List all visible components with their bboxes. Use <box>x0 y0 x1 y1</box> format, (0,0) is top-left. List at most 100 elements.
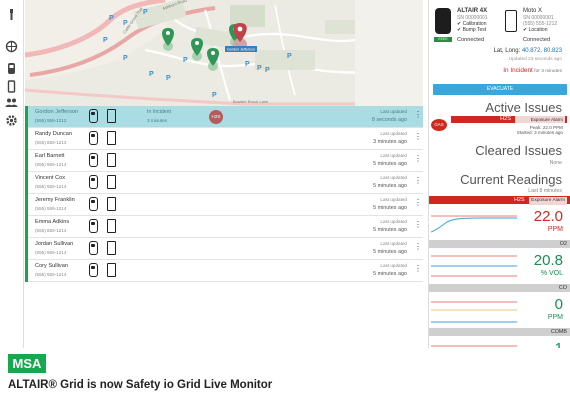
phone-icon[interactable] <box>5 80 18 93</box>
gas-detector-icon <box>89 153 98 167</box>
reading-unit: PPM <box>547 314 563 321</box>
gas-detector-icon <box>89 219 98 233</box>
lat-long-value: 40.872, 80.823 <box>521 48 562 54</box>
phone-icon <box>107 197 116 211</box>
status-bar <box>25 172 28 194</box>
phone-icon <box>107 219 116 233</box>
reading-comb[interactable]: COMB 1 <box>429 328 570 348</box>
globe-icon[interactable] <box>5 40 18 53</box>
parking-marker: P <box>143 9 148 16</box>
lat-long: Lat, Long: 40.872, 80.823 <box>494 48 562 54</box>
cleared-issues-value: None <box>549 160 562 166</box>
parking-marker: P <box>245 61 250 68</box>
device-status: Connected <box>523 37 551 43</box>
reading-sparkline <box>431 301 517 323</box>
person-phone: (555) 555-1214 <box>35 250 67 255</box>
person-row[interactable]: Earl Barnett (555) 555-1214 Last updated… <box>25 150 423 172</box>
reading-header: H2S Exposure Alarm <box>429 196 570 205</box>
status-bar <box>25 238 28 260</box>
issue-started: Started: 3 minutes ago <box>516 130 563 135</box>
parking-marker: P <box>103 37 108 44</box>
last-updated-label: Last updated <box>380 219 407 224</box>
phone-icon <box>107 175 116 189</box>
cleared-issues-title: Cleared Issues <box>475 143 562 158</box>
person-row[interactable]: Vincent Cox (555) 555-1214 Last updated … <box>25 172 423 194</box>
more-menu-icon[interactable]: ⋮ <box>414 199 422 207</box>
person-row[interactable]: Jordan Sullivan (555) 555-1214 Last upda… <box>25 238 423 260</box>
reading-h2s[interactable]: H2S Exposure Alarm 22.0 PPM <box>429 196 570 240</box>
phone-icon <box>107 241 116 255</box>
person-name: Jeremy Franklin <box>35 197 75 203</box>
person-phone: (555) 555-1214 <box>35 272 67 277</box>
map-canvas: P P P P P P P P P P P P P Cattle Grove T… <box>25 0 423 106</box>
parking-marker: P <box>123 55 128 62</box>
last-updated-label: Last updated <box>380 131 407 136</box>
reading-value: 20.8 <box>533 252 563 269</box>
person-phone: (555) 555-1212 <box>35 118 67 123</box>
phone-icon <box>107 263 116 277</box>
last-updated-time: 5 minutes ago <box>373 249 407 255</box>
flashlight-icon[interactable] <box>5 8 18 21</box>
device-status: Connected <box>457 37 485 43</box>
parking-marker: P <box>265 67 270 74</box>
last-updated-time: 5 minutes ago <box>373 183 407 189</box>
reading-value: 0 <box>554 296 563 313</box>
parking-marker: P <box>183 57 188 64</box>
reading-gas: H2S <box>514 197 525 203</box>
status-bar <box>25 128 28 150</box>
status-bar <box>25 260 28 282</box>
reading-gas: COMB <box>550 329 567 335</box>
last-updated-label: Last updated <box>380 241 407 246</box>
reading-gas: CO <box>558 285 567 291</box>
more-menu-icon[interactable]: ⋮ <box>414 243 422 251</box>
reading-co[interactable]: CO 0 PPM <box>429 284 570 328</box>
selected-pin-label: Gordon Jefferson <box>227 48 255 52</box>
reading-value: 1 <box>555 340 563 348</box>
incident-line: In Incident for 3 minutes <box>503 67 562 74</box>
last-updated-label: Last updated <box>380 263 407 268</box>
current-readings-title: Current Readings <box>460 172 562 187</box>
reading-header: CO <box>429 284 570 292</box>
person-name: Cory Sullivan <box>35 263 68 269</box>
issue-gas: H2S <box>500 116 511 122</box>
person-phone: (555) 555-1214 <box>35 228 67 233</box>
detail-panel: EEEE ALTAIR 4X SN 00000001 ✔ Calibration… <box>428 0 570 348</box>
reading-unit: % VOL <box>540 270 563 277</box>
person-phone: (555) 555-1214 <box>35 206 67 211</box>
person-phone: (555) 555-1214 <box>35 184 67 189</box>
person-name: Gordon Jefferson <box>35 109 79 115</box>
more-menu-icon[interactable]: ⋮ <box>414 221 422 229</box>
people-icon[interactable] <box>5 96 18 109</box>
last-updated-label: Last updated <box>380 109 407 114</box>
site-map[interactable]: P P P P P P P P P P P P P Cattle Grove T… <box>25 0 423 106</box>
gas-detector-icon[interactable] <box>5 62 18 75</box>
nav-rail <box>0 0 24 348</box>
gas-badge: GAS <box>431 119 447 131</box>
more-menu-icon[interactable]: ⋮ <box>414 133 422 141</box>
more-menu-icon[interactable]: ⋮ <box>414 111 422 119</box>
more-menu-icon[interactable]: ⋮ <box>414 265 422 273</box>
reading-gas: O2 <box>559 241 567 247</box>
reading-sparkline <box>431 255 517 277</box>
settings-gear-icon[interactable] <box>5 114 18 127</box>
reading-sparkline <box>431 345 517 347</box>
incident-status: In Incident <box>503 67 533 74</box>
parking-marker: P <box>149 71 154 78</box>
last-updated-time: 5 minutes ago <box>373 227 407 233</box>
phone-icon <box>107 153 116 167</box>
active-issue-card[interactable]: GAS H2S Exposure Alarm Peak: 22.0 PPM St… <box>431 114 567 136</box>
evacuate-button[interactable]: EVACUATE <box>433 84 567 95</box>
person-row[interactable]: Randy Duncan (555) 555-1213 Last updated… <box>25 128 423 150</box>
person-row[interactable]: Gordon Jefferson (555) 555-1212 In Incid… <box>25 106 423 128</box>
person-row[interactable]: Jeremy Franklin (555) 555-1214 Last upda… <box>25 194 423 216</box>
person-row[interactable]: Cory Sullivan (555) 555-1214 Last update… <box>25 260 423 282</box>
incident-time: 3 minutes <box>147 118 167 123</box>
device-name: Moto X <box>523 8 543 14</box>
msa-logo: MSA <box>8 354 46 373</box>
last-updated-label: Last updated <box>380 197 407 202</box>
reading-o2[interactable]: O2 20.8 % VOL <box>429 240 570 284</box>
gas-detector-icon <box>89 263 98 277</box>
person-row[interactable]: Emma Adkins (555) 555-1214 Last updated … <box>25 216 423 238</box>
more-menu-icon[interactable]: ⋮ <box>414 177 422 185</box>
more-menu-icon[interactable]: ⋮ <box>414 155 422 163</box>
